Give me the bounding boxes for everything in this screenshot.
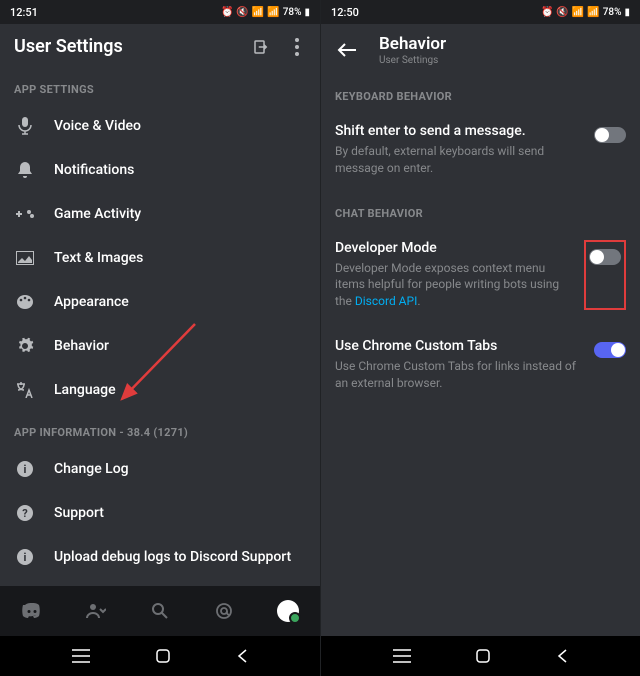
signal-icon: 📶 (587, 7, 599, 18)
row-voice-video[interactable]: Voice & Video (0, 104, 320, 148)
row-game-activity[interactable]: Game Activity (0, 192, 320, 236)
status-bar: 12:51 ⏰ 🔇 📶 📶 78% ▮ (0, 0, 320, 24)
row-label: Text & Images (54, 250, 143, 266)
toggle-developer-mode[interactable] (589, 249, 621, 265)
alarm-icon: ⏰ (221, 7, 233, 18)
home-button[interactable] (155, 648, 171, 664)
setting-title: Developer Mode (335, 240, 574, 256)
setting-title: Use Chrome Custom Tabs (335, 338, 584, 354)
row-label: Support (54, 505, 104, 521)
battery-pct: 78% (283, 7, 302, 18)
row-change-log[interactable]: i Change Log (0, 447, 320, 491)
bell-icon (14, 161, 36, 179)
palette-icon (14, 294, 36, 310)
row-label: Language (54, 382, 116, 398)
setting-desc: By default, external keyboards will send… (335, 143, 584, 177)
behavior-scroll[interactable]: KEYBOARD BEHAVIOR Shift enter to send a … (321, 76, 640, 636)
status-icons: ⏰ 🔇 📶 📶 78% ▮ (541, 7, 630, 18)
row-text-images[interactable]: Text & Images (0, 236, 320, 280)
mute-icon: 🔇 (236, 7, 248, 18)
row-label: Change Log (54, 461, 129, 477)
battery-pct: 78% (603, 7, 622, 18)
right-pane: 12:50 ⏰ 🔇 📶 📶 78% ▮ Behavior User Settin… (320, 0, 640, 676)
system-nav (321, 636, 640, 676)
search-icon[interactable] (148, 599, 172, 623)
image-icon (14, 251, 36, 265)
alarm-icon: ⏰ (541, 7, 553, 18)
battery-icon: ▮ (624, 7, 630, 18)
row-label: Behavior (54, 338, 109, 354)
friends-icon[interactable] (84, 599, 108, 623)
setting-desc: Developer Mode exposes context menu item… (335, 260, 574, 310)
status-icons: ⏰ 🔇 📶 📶 78% ▮ (221, 7, 310, 18)
back-arrow-icon[interactable] (335, 38, 359, 62)
row-behavior[interactable]: Behavior (0, 324, 320, 368)
row-notifications[interactable]: Notifications (0, 148, 320, 192)
page-title: User Settings (14, 36, 252, 57)
wifi-icon: 📶 (252, 7, 264, 18)
gamepad-icon (14, 207, 36, 221)
highlight-box (584, 240, 626, 310)
setting-developer-mode[interactable]: Developer Mode Developer Mode exposes co… (321, 228, 640, 326)
toggle-chrome-tabs[interactable] (594, 342, 626, 358)
back-button[interactable] (556, 648, 568, 664)
setting-chrome-tabs[interactable]: Use Chrome Custom Tabs Use Chrome Custom… (321, 326, 640, 408)
svg-text:i: i (24, 463, 27, 476)
row-upload-debug[interactable]: i Upload debug logs to Discord Support (0, 535, 320, 579)
page-title: Behavior (379, 34, 446, 54)
svg-text:i: i (24, 551, 27, 564)
discord-icon[interactable] (20, 599, 44, 623)
home-button[interactable] (475, 648, 491, 664)
info-icon: i (14, 461, 36, 477)
language-icon (14, 382, 36, 398)
gear-icon (14, 337, 36, 355)
row-support[interactable]: ? Support (0, 491, 320, 535)
svg-text:?: ? (22, 507, 28, 520)
mic-icon (14, 117, 36, 135)
left-pane: 12:51 ⏰ 🔇 📶 📶 78% ▮ User Settings (0, 0, 320, 676)
back-button[interactable] (236, 648, 248, 664)
setting-shift-enter[interactable]: Shift enter to send a message. By defaul… (321, 111, 640, 193)
status-bar: 12:50 ⏰ 🔇 📶 📶 78% ▮ (321, 0, 640, 24)
setting-desc: Use Chrome Custom Tabs for links instead… (335, 358, 584, 392)
battery-icon: ▮ (304, 7, 310, 18)
recents-button[interactable] (72, 649, 90, 663)
header: User Settings (0, 24, 320, 69)
wifi-icon: 📶 (572, 7, 584, 18)
discord-api-link[interactable]: Discord API (355, 294, 417, 308)
setting-title: Shift enter to send a message. (335, 123, 584, 139)
mentions-icon[interactable] (212, 599, 236, 623)
info-icon: i (14, 549, 36, 565)
status-time: 12:50 (331, 6, 359, 19)
row-label: Upload debug logs to Discord Support (54, 549, 291, 565)
signal-icon: 📶 (267, 7, 279, 18)
page-subtitle: User Settings (379, 55, 446, 66)
row-label: Voice & Video (54, 118, 141, 134)
recents-button[interactable] (393, 649, 411, 663)
row-language[interactable]: Language (0, 368, 320, 412)
bottom-nav (0, 586, 320, 636)
row-label: Notifications (54, 162, 134, 178)
app-info-header: APP INFORMATION - 38.4 (1271) (0, 412, 320, 447)
row-label: Game Activity (54, 206, 141, 222)
row-appearance[interactable]: Appearance (0, 280, 320, 324)
keyboard-behavior-header: KEYBOARD BEHAVIOR (321, 76, 640, 111)
app-settings-header: APP SETTINGS (0, 69, 320, 104)
profile-avatar[interactable] (276, 599, 300, 623)
toggle-shift-enter[interactable] (594, 127, 626, 143)
exit-icon[interactable] (252, 38, 270, 56)
system-nav (0, 636, 320, 676)
help-icon: ? (14, 505, 36, 521)
header: Behavior User Settings (321, 24, 640, 76)
status-time: 12:51 (10, 6, 38, 19)
chat-behavior-header: CHAT BEHAVIOR (321, 193, 640, 228)
mute-icon: 🔇 (556, 7, 568, 18)
row-label: Appearance (54, 294, 129, 310)
settings-scroll[interactable]: APP SETTINGS Voice & Video Notifications… (0, 69, 320, 586)
more-icon[interactable] (288, 38, 306, 56)
